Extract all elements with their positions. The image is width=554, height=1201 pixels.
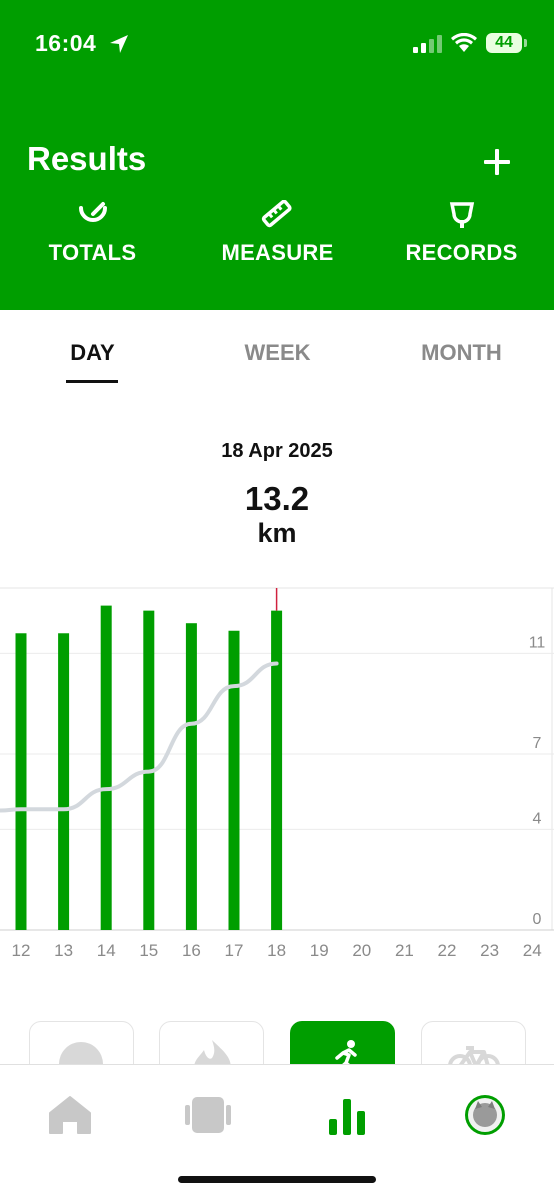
x-tick-label: 18 bbox=[267, 941, 286, 960]
x-tick-label: 19 bbox=[310, 941, 329, 960]
distance-unit: km bbox=[257, 518, 297, 548]
x-tick-label: 22 bbox=[438, 941, 457, 960]
daily-distance-chart[interactable]: 0 4 7 11 12 13 14 15 16 17 18 19 20 21 22 23 24 bbox=[0, 580, 554, 970]
home-indicator bbox=[178, 1176, 376, 1183]
status-time: 16:04 bbox=[35, 30, 97, 56]
segment-label-measure: MEASURE bbox=[221, 240, 334, 265]
x-tick-label: 15 bbox=[139, 941, 158, 960]
period-tabs: DAY WEEK MONTH bbox=[0, 340, 554, 390]
ruler-icon bbox=[261, 200, 292, 228]
distance-bar bbox=[228, 630, 240, 930]
distance-bar bbox=[100, 605, 112, 930]
x-tick-label: 23 bbox=[480, 941, 499, 960]
x-tick-label: 16 bbox=[182, 941, 201, 960]
battery-indicator: 44 bbox=[486, 33, 522, 53]
header: 16:04 44 Results TOTALS MEASURE RECORDS bbox=[0, 0, 554, 310]
trophy-icon bbox=[449, 202, 474, 228]
x-tick-label: 14 bbox=[97, 941, 116, 960]
x-tick-label: 17 bbox=[225, 941, 244, 960]
battery-tip bbox=[524, 39, 527, 47]
segment-measure[interactable]: MEASURE bbox=[185, 200, 370, 280]
gauge-icon bbox=[78, 202, 107, 222]
tab-week[interactable]: WEEK bbox=[185, 340, 370, 366]
tab-day[interactable]: DAY bbox=[0, 340, 185, 366]
segment-label-records: RECORDS bbox=[405, 240, 518, 265]
device-icon[interactable] bbox=[183, 1093, 233, 1137]
x-tick-label: 21 bbox=[395, 941, 414, 960]
distance-bar bbox=[58, 633, 70, 930]
add-button[interactable] bbox=[478, 143, 516, 181]
x-tick-label: 24 bbox=[523, 941, 542, 960]
distance-value: 13.2 bbox=[244, 480, 310, 517]
x-tick-label: 13 bbox=[54, 941, 73, 960]
home-icon[interactable] bbox=[45, 1093, 95, 1137]
y-tick-label: 11 bbox=[529, 634, 546, 651]
segment-label-totals: TOTALS bbox=[48, 240, 137, 265]
distance-bar bbox=[271, 610, 283, 930]
distance-bar bbox=[185, 623, 197, 930]
x-tick-label: 20 bbox=[352, 941, 371, 960]
x-tick-label: 12 bbox=[12, 941, 31, 960]
selected-date: 18 Apr 2025 bbox=[221, 440, 333, 462]
y-tick-label: 7 bbox=[533, 735, 542, 752]
wifi-icon bbox=[451, 33, 477, 52]
distance-bar bbox=[15, 633, 27, 930]
page-title: Results bbox=[27, 140, 147, 177]
cellular-signal-icon bbox=[413, 35, 442, 53]
location-arrow-icon bbox=[110, 35, 128, 53]
results-icon[interactable] bbox=[322, 1093, 372, 1137]
y-tick-label: 4 bbox=[533, 810, 542, 827]
y-tick-label: 0 bbox=[533, 911, 542, 928]
profile-avatar[interactable] bbox=[460, 1093, 510, 1137]
segment-totals[interactable]: TOTALS bbox=[0, 200, 185, 280]
tab-month[interactable]: MONTH bbox=[369, 340, 554, 366]
segment-records[interactable]: RECORDS bbox=[369, 200, 554, 280]
active-tab-underline bbox=[66, 380, 118, 383]
